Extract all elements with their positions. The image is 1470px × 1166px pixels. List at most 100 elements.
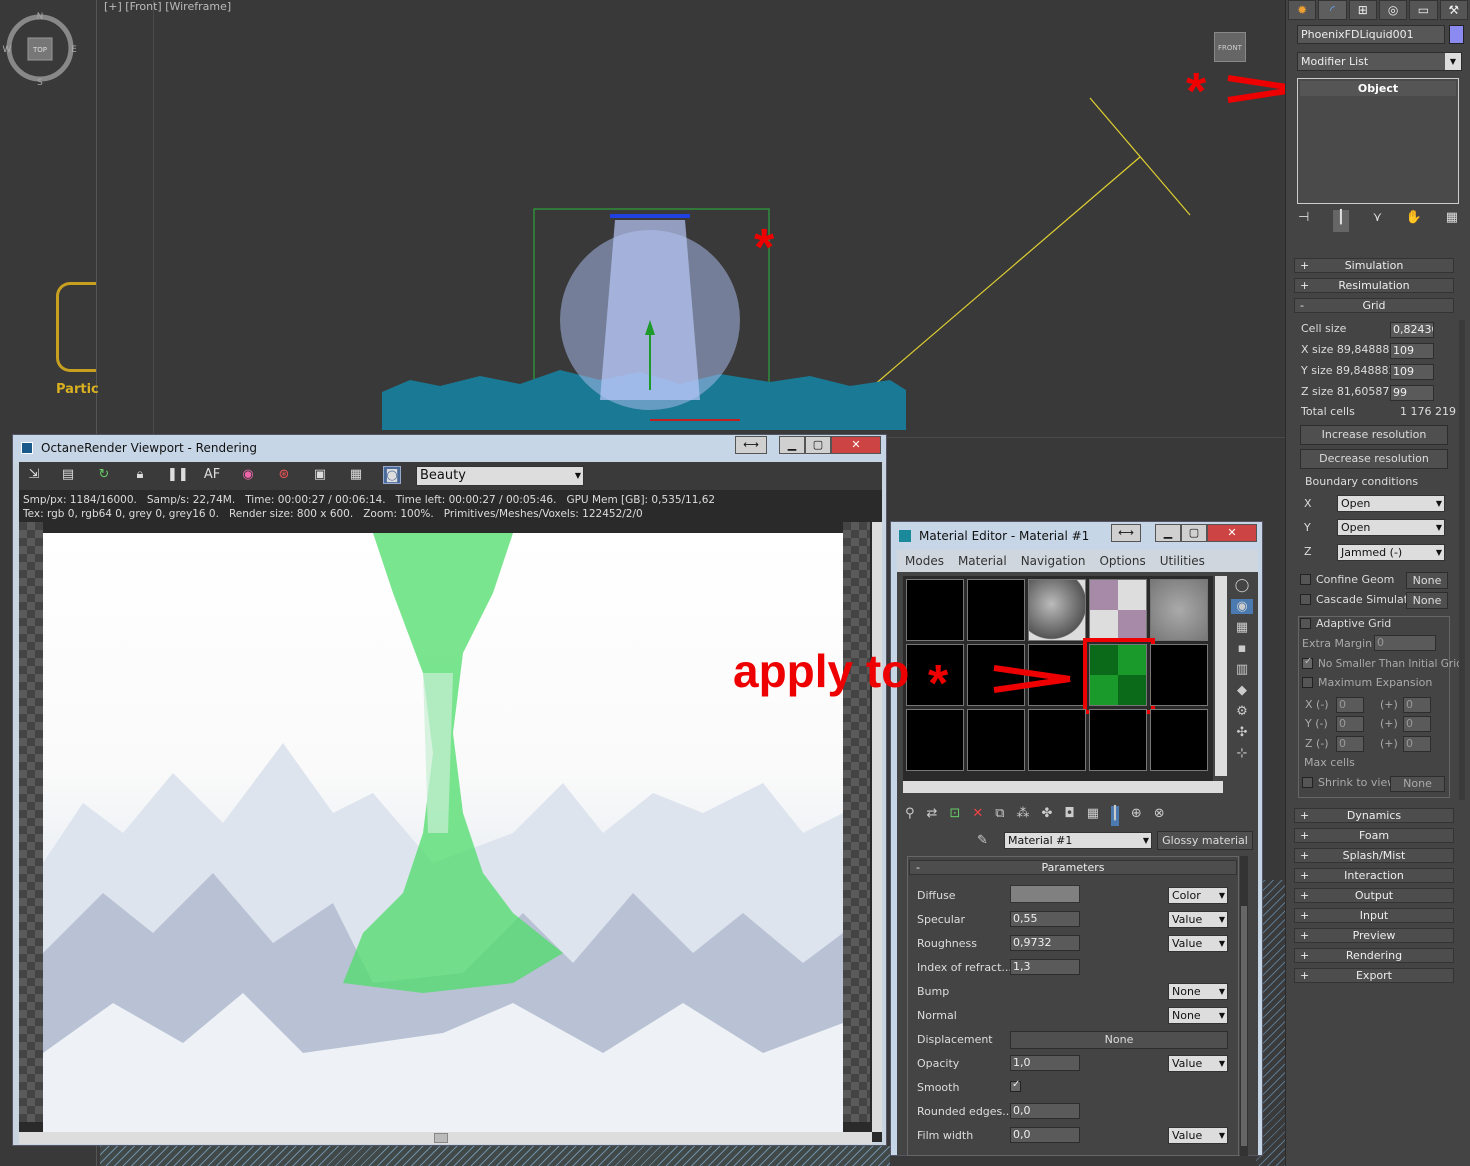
options-icon[interactable]: ⚙ (1231, 704, 1253, 719)
white-balance-icon[interactable]: ◉ (239, 466, 257, 484)
display-tab-icon[interactable]: ▭ (1409, 0, 1438, 20)
rollout-rendering[interactable]: + Rendering (1294, 948, 1454, 963)
rollout-simulation[interactable]: + Simulation (1294, 258, 1454, 273)
lock-icon[interactable]: 🔒︎ (131, 466, 149, 484)
modify-tab-icon[interactable]: ◜ (1318, 0, 1347, 20)
adaptive-grid-checkbox[interactable] (1300, 618, 1311, 629)
make-preview-icon[interactable]: ◆ (1231, 683, 1253, 698)
clipboard-icon[interactable]: ▤ (59, 466, 77, 484)
y-minus-spinner[interactable]: 0 (1336, 716, 1364, 732)
export-icon[interactable]: ⇲ (25, 466, 43, 484)
select-by-material-icon[interactable]: ✣ (1231, 725, 1253, 740)
scene-wireframe[interactable] (370, 80, 1210, 440)
x-plus-spinner[interactable]: 0 (1403, 697, 1431, 713)
motion-tab-icon[interactable]: ◎ (1378, 0, 1408, 20)
cascade-simulator-checkbox[interactable] (1300, 594, 1311, 605)
pause-icon[interactable]: ❚❚ (167, 466, 189, 484)
max-expansion-checkbox[interactable] (1302, 677, 1313, 688)
rollout-interaction[interactable]: + Interaction (1294, 868, 1454, 883)
show-end-result-icon[interactable]: ┃ (1111, 806, 1119, 826)
material-slot[interactable] (1150, 709, 1208, 771)
octane-expand-button[interactable]: ⟷ (735, 436, 767, 454)
material-slot[interactable] (1028, 579, 1086, 641)
rollout-resimulation[interactable]: + Resimulation (1294, 278, 1454, 293)
material-slot[interactable] (906, 579, 964, 641)
modifier-stack[interactable]: Object (1297, 78, 1459, 204)
rollout-splash-mist[interactable]: + Splash/Mist (1294, 848, 1454, 863)
menu-modes[interactable]: Modes (905, 554, 944, 568)
film-settings-icon[interactable]: ▦ (347, 466, 365, 484)
object-color-swatch[interactable] (1449, 25, 1464, 44)
menu-material[interactable]: Material (958, 554, 1007, 568)
material-picker-icon[interactable]: ⊛ (275, 466, 293, 484)
octane-close-button[interactable]: ✕ (831, 436, 881, 454)
eyedropper-icon[interactable]: ✎ (977, 833, 988, 848)
utilities-tab-icon[interactable]: ⚒ (1439, 0, 1468, 20)
normal-mode-select[interactable]: None ▼ (1168, 1007, 1228, 1024)
reset-map-icon[interactable]: ✕ (972, 806, 983, 826)
shrink-to-view-checkbox[interactable] (1302, 777, 1313, 788)
region-render-icon[interactable]: ▣ (311, 466, 329, 484)
modifier-list-dropdown[interactable]: Modifier List ▼ (1297, 52, 1462, 71)
background-icon[interactable]: ▦ (1231, 620, 1253, 635)
scroll-thumb[interactable] (434, 1133, 448, 1143)
slots-horizontal-scrollbar[interactable] (903, 781, 1223, 793)
z-size-spinner[interactable]: 99 (1390, 385, 1434, 401)
create-tab-icon[interactable]: ✹ (1288, 0, 1317, 20)
x-minus-spinner[interactable]: 0 (1336, 697, 1364, 713)
rollout-export[interactable]: + Export (1294, 968, 1454, 983)
particle-tool-icon[interactable] (56, 282, 96, 372)
go-forward-icon[interactable]: ⊗ (1154, 806, 1165, 826)
z-minus-spinner[interactable]: 0 (1336, 736, 1364, 752)
boundary-x-select[interactable]: Open ▼ (1337, 495, 1445, 512)
show-end-result-icon[interactable]: ┃ (1333, 210, 1349, 232)
viewcube-front[interactable]: FRONT (1214, 32, 1246, 62)
stack-item-object[interactable]: Object (1300, 81, 1456, 96)
bump-mode-select[interactable]: None ▼ (1168, 983, 1228, 1000)
restart-icon[interactable]: ↻ (95, 466, 113, 484)
boundary-z-select[interactable]: Jammed (-) ▼ (1337, 544, 1445, 561)
uv-tiling-icon[interactable]: ▪ (1231, 641, 1253, 656)
render-pass-select[interactable]: Beauty ▼ (416, 466, 584, 486)
cell-size-spinner[interactable]: 0,82430 (1390, 322, 1434, 338)
x-size-spinner[interactable]: 109 (1390, 343, 1434, 359)
pin-stack-icon[interactable]: ⊣ (1298, 210, 1309, 232)
confine-geom-checkbox[interactable] (1300, 574, 1311, 585)
material-editor-close-button[interactable]: ✕ (1207, 524, 1257, 542)
material-slot[interactable] (1089, 709, 1147, 771)
boundary-y-select[interactable]: Open ▼ (1337, 519, 1445, 536)
focus-picker-icon[interactable]: AF (203, 466, 221, 484)
decrease-resolution-button[interactable]: Decrease resolution (1300, 449, 1448, 469)
video-color-check-icon[interactable]: ▥ (1231, 662, 1253, 677)
put-to-scene-icon[interactable]: ⇄ (927, 806, 938, 826)
horizontal-scrollbar[interactable] (19, 1132, 872, 1144)
material-editor-expand-button[interactable]: ⟷ (1111, 524, 1141, 542)
rollout-input[interactable]: + Input (1294, 908, 1454, 923)
rollout-output[interactable]: + Output (1294, 888, 1454, 903)
parameters-rollout-header[interactable]: - Parameters (909, 860, 1237, 875)
material-slot[interactable] (1150, 579, 1208, 641)
displacement-map-button[interactable]: None (1010, 1031, 1228, 1049)
no-smaller-checkbox[interactable]: ✓ (1302, 656, 1313, 669)
confine-geom-picker[interactable]: None (1406, 572, 1448, 589)
y-size-spinner[interactable]: 109 (1390, 364, 1434, 380)
material-slot[interactable] (1028, 709, 1086, 771)
camera-icon[interactable]: ◙ (383, 466, 401, 484)
object-name-field[interactable]: PhoenixFDLiquid001 (1297, 25, 1445, 44)
rollout-dynamics[interactable]: + Dynamics (1294, 808, 1454, 823)
specular-mode-select[interactable]: Value ▼ (1168, 911, 1228, 928)
viewcube-compass[interactable]: TOP N S E W (2, 8, 78, 88)
opacity-mode-select[interactable]: Value ▼ (1168, 1055, 1228, 1072)
go-to-parent-icon[interactable]: ⊕ (1131, 806, 1142, 826)
material-slot[interactable] (1089, 579, 1147, 641)
backlight-icon[interactable]: ◉ (1231, 599, 1253, 614)
material-editor-maximize-button[interactable]: ▢ (1181, 524, 1207, 542)
vertical-scrollbar[interactable] (872, 522, 882, 1132)
increase-resolution-button[interactable]: Increase resolution (1300, 425, 1448, 445)
copy-material-icon[interactable]: ⧉ (995, 806, 1004, 826)
z-plus-spinner[interactable]: 0 (1403, 736, 1431, 752)
film-width-spinner[interactable]: 0,0 (1010, 1127, 1080, 1143)
material-type-button[interactable]: Glossy material (1157, 831, 1253, 850)
material-slot[interactable] (906, 709, 964, 771)
show-shaded-icon[interactable]: ▦ (1087, 806, 1099, 826)
